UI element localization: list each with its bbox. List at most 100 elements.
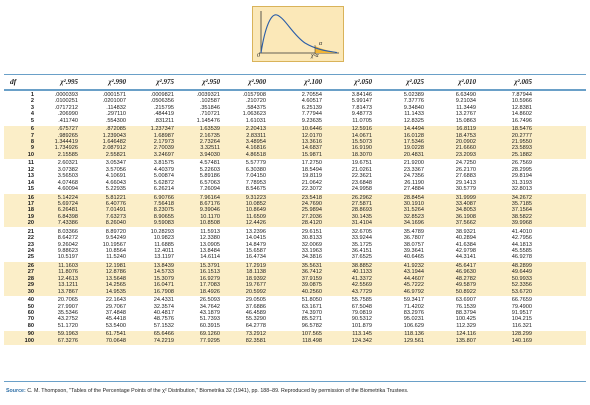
value-cell: .831211: [154, 117, 174, 124]
value-cell: 96.5782: [301, 322, 322, 329]
value-cell: 28.4120: [301, 220, 322, 227]
value-cell: 64.2778: [245, 322, 266, 329]
value-cell: 60.3915: [199, 322, 220, 329]
value-cell: 23.2093: [455, 151, 476, 158]
table-row: 5 .411740 .554300 .831211 1.145476 1.61031 9.2…: [4, 118, 586, 124]
table-row: 10 2.15585 2.55821 3.24697 3.94030 4.86518 15.…: [4, 152, 586, 158]
value-cell: 27.4884: [403, 186, 424, 192]
value-cell: 18.3070: [351, 151, 372, 158]
column-header: χ².950: [202, 78, 220, 86]
value-cell: 22.3072: [301, 186, 322, 192]
value-cell: 18.4926: [199, 288, 220, 295]
value-cell: 140.169: [511, 337, 532, 344]
source-note: Source: C. M. Thompson, "Tables of the P…: [6, 388, 584, 394]
value-cell: 44.3141: [455, 254, 476, 261]
value-cell: 116.321: [512, 322, 532, 329]
column-header: χ².025: [406, 78, 424, 86]
value-cell: 8.26040: [105, 220, 126, 227]
value-cell: 82.3581: [245, 337, 266, 344]
chi-square-density-figure: α 0 χ²α: [252, 6, 344, 62]
value-cell: 118.498: [302, 337, 322, 344]
value-cell: 15.0863: [455, 117, 476, 124]
df-cell: 25: [27, 254, 34, 261]
value-cell: 135.807: [455, 337, 476, 344]
value-cell: 37.5662: [455, 220, 476, 227]
value-cell: 101.879: [351, 322, 372, 329]
table-row: 100 67.3276 70.0648 74.2219 77.9295 82.3581 11…: [4, 338, 586, 344]
value-cell: 14.9535: [105, 288, 126, 295]
value-cell: 16.7496: [511, 117, 532, 124]
value-cell: 124.342: [351, 337, 372, 344]
value-cell: 30.5779: [455, 186, 476, 192]
value-cell: 74.2219: [153, 337, 174, 344]
value-cell: 10.8508: [199, 220, 220, 227]
value-cell: 14.6114: [200, 254, 220, 261]
value-cell: 25.1882: [511, 151, 532, 158]
df-cell: 5: [30, 117, 34, 124]
value-cell: 51.1720: [57, 322, 78, 329]
value-cell: 4.60094: [57, 186, 78, 192]
table-row: 30 13.7867 14.9535 16.7908 18.4926 20.5992 40.…: [4, 289, 586, 295]
value-cell: 7.43386: [57, 220, 78, 227]
column-header: χ².975: [156, 78, 174, 86]
value-cell: 70.0648: [105, 337, 126, 344]
value-cell: 112.329: [456, 322, 476, 329]
value-cell: 2.15585: [57, 151, 78, 158]
value-cell: 34.3816: [301, 254, 322, 261]
value-cell: 3.94030: [199, 151, 220, 158]
value-cell: 53.5400: [105, 322, 126, 329]
column-header: χ².050: [354, 78, 372, 86]
column-header: χ².995: [60, 78, 78, 86]
column-header: χ².900: [248, 78, 266, 86]
value-cell: 3.24697: [153, 151, 174, 158]
column-header: χ².010: [458, 78, 476, 86]
value-cell: 32.8013: [511, 186, 532, 192]
value-cell: 12.8325: [403, 117, 424, 124]
value-cell: 6.26214: [153, 186, 174, 192]
df-header: df: [10, 77, 17, 86]
value-cell: 46.9792: [403, 288, 424, 295]
value-cell: 1.61031: [245, 117, 266, 124]
value-cell: 13.1197: [154, 254, 174, 261]
value-cell: 129.561: [403, 337, 424, 344]
value-cell: 39.9968: [511, 220, 532, 227]
value-cell: 15.9871: [301, 151, 322, 158]
column-header: χ².990: [108, 78, 126, 86]
value-cell: 20.4831: [403, 151, 424, 158]
value-cell: 43.7729: [351, 288, 372, 295]
value-cell: 40.2560: [301, 288, 322, 295]
value-cell: 37.6525: [351, 254, 372, 261]
source-label: Source:: [6, 388, 26, 394]
value-cell: 8.54675: [245, 186, 266, 192]
value-cell: 12.4426: [245, 220, 266, 227]
value-cell: 50.8922: [455, 288, 476, 295]
value-cell: 24.9958: [351, 186, 372, 192]
table-row: 15 4.60094 5.22935 6.26214 7.26094 8.54675 22.…: [4, 186, 586, 192]
value-cell: 13.7867: [57, 288, 78, 295]
value-cell: 1.145476: [196, 117, 220, 124]
value-cell: 2.55821: [105, 151, 126, 158]
df-cell: 10: [27, 151, 34, 158]
value-cell: 34.1696: [403, 220, 424, 227]
alpha-label: α: [319, 41, 323, 47]
zero-label: 0: [257, 53, 260, 59]
table-bottom-rule: [4, 381, 586, 382]
value-cell: 77.9295: [199, 337, 220, 344]
density-curve-graphic: [259, 11, 339, 54]
value-cell: .554300: [105, 117, 126, 124]
value-cell: 16.7908: [153, 288, 174, 295]
value-cell: 11.0705: [352, 117, 372, 124]
source-text: C. M. Thompson, "Tables of the Percentag…: [27, 388, 409, 394]
df-cell: 20: [27, 220, 34, 227]
value-cell: 7.26094: [199, 186, 220, 192]
value-cell: 106.629: [403, 322, 424, 329]
value-cell: 10.5197: [57, 254, 78, 261]
df-cell: 15: [27, 186, 34, 192]
value-cell: 11.5240: [106, 254, 126, 261]
value-cell: 9.23635: [301, 117, 322, 124]
table-row: 20 7.43386 8.26040 9.59083 10.8508 12.4426 28.…: [4, 220, 586, 226]
value-cell: 16.4734: [245, 254, 266, 261]
value-cell: 53.6720: [511, 288, 532, 295]
column-header: χ².100: [304, 78, 322, 86]
value-cell: 40.6465: [403, 254, 424, 261]
